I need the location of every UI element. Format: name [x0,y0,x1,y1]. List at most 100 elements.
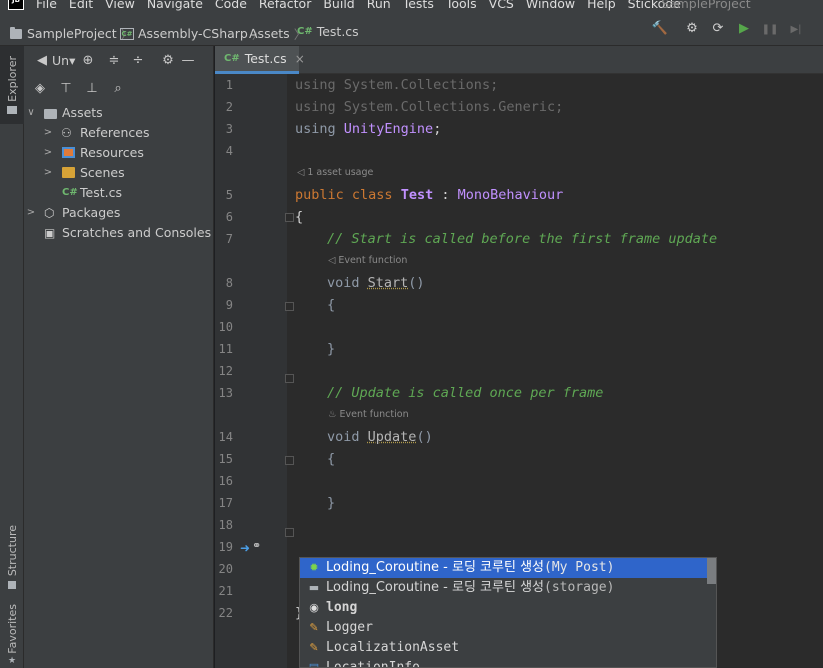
asset-usage-hint[interactable]: ◁ 1 asset usage [297,162,373,184]
assembly-icon: C# [120,27,134,40]
stickode-icon: ✹ [309,561,319,574]
completion-item[interactable]: ✎ Logger [300,618,716,638]
folder-icon [10,26,22,39]
tab-favorites-label: Favorites [5,604,19,654]
completion-source: (My Post) [544,560,615,575]
structure-icon [8,580,16,589]
completion-name: LocationInfo [326,660,420,668]
tab-favorites[interactable]: Favorites ★ [0,602,24,668]
tree-item-label: Scratches and Consoles [62,225,212,240]
tree-item-packages[interactable]: > ⬡ Packages [24,203,214,223]
close-icon[interactable]: × [295,52,305,66]
pin-down-icon[interactable]: ⊥ [82,81,102,96]
completion-name: long [326,600,358,615]
search-icon[interactable]: ⌕ [108,81,128,96]
completion-name: Loding_Coroutine - 로딩 코루틴 생성 [326,560,544,575]
step-icon[interactable]: ▶| [787,23,805,37]
folder-icon [44,109,57,119]
dropdown-icon: ▾ [69,52,76,68]
tab-test-cs[interactable]: C# Test.cs × [215,46,305,74]
breadcrumb-assembly[interactable]: C# Assembly-CSharp 〉 [120,24,264,43]
chevron-right-icon[interactable]: > [26,203,36,223]
menu-vcs[interactable]: VCS [489,0,514,12]
tab-explorer[interactable]: Explorer [0,46,24,124]
refresh-unity-icon[interactable]: ⟳ [709,22,727,36]
completion-name: Logger [326,620,373,635]
unity-icon: ◀ [37,52,47,68]
play-icon[interactable]: ▶ [735,22,753,36]
completion-item[interactable]: ✎ LocalizationAsset [300,638,716,658]
csharp-file-icon: C# [297,26,313,37]
minimize-icon[interactable]: — [178,53,198,68]
unity-hint-icon: ◁ [328,255,339,266]
event-function-hint[interactable]: ◁ Event function [328,250,407,272]
explorer-toolbar-secondary: ◈ ⊤ ⊥ ⌕ [24,74,214,102]
breadcrumb-label: Test.cs [316,24,359,39]
menu-view[interactable]: View [105,0,135,12]
code-line: using UnityEngine; [295,121,442,137]
packages-icon: ⬡ [44,206,55,220]
completion-item[interactable]: ◉ long [300,598,716,618]
completion-item[interactable]: ✹ Loding_Coroutine - 로딩 코루틴 생성(My Post) [300,558,716,578]
menu-tools[interactable]: Tools [446,0,477,12]
tab-explorer-label: Explorer [5,56,19,102]
tree-item-references[interactable]: > ⚇ References [24,123,214,143]
menu-tests[interactable]: Tests [403,0,434,12]
unity-hint-icon: ◁ [297,167,308,178]
tree-item-scratches[interactable]: ▣ Scratches and Consoles [24,223,214,243]
struct-icon: ▤ [308,661,320,668]
code-line: using System.Collections.Generic; [295,99,564,115]
pause-icon[interactable]: ❚❚ [761,23,779,37]
build-hammer-icon[interactable]: 🔨 [651,22,669,36]
tree-item-test-cs[interactable]: C# Test.cs [24,183,214,203]
code-line: // Start is called before the first fram… [327,231,718,247]
breadcrumb-label: SampleProject [27,26,117,41]
completion-item[interactable]: ▬ Loding_Coroutine - 로딩 코루틴 생성(storage) [300,578,716,598]
chevron-down-icon[interactable]: ∨ [26,103,36,123]
gear-icon[interactable]: ⚙ [158,53,178,68]
collapse-all-icon[interactable]: ÷ [128,53,148,68]
menu-help[interactable]: Help [587,0,616,12]
menu-run[interactable]: Run [367,0,391,12]
menu-refactor[interactable]: Refactor [259,0,311,12]
folder-icon [7,105,17,114]
navigation-bar: SampleProject 〉 C# Assembly-CSharp 〉 Ass… [0,12,823,46]
menu-navigate[interactable]: Navigate [147,0,203,12]
chevron-right-icon[interactable]: > [43,123,53,143]
filter-unity-icon[interactable]: ◈ [30,81,50,96]
event-function-hint[interactable]: ♨ Event function [328,404,409,426]
chevron-right-icon[interactable]: > [43,143,53,163]
class-icon: ✎ [309,641,319,654]
menu-edit[interactable]: Edit [69,0,93,12]
tree-item-scenes[interactable]: > Scenes [24,163,214,183]
popup-scrollbar[interactable] [707,558,716,584]
scratches-icon: ▣ [44,226,56,240]
scenes-folder-icon [62,167,75,178]
locate-icon[interactable]: ⊕ [78,53,98,68]
tree-item-label: References [80,125,150,140]
scope-selector[interactable]: Un▾ [52,53,78,68]
menu-window[interactable]: Window [526,0,575,12]
breadcrumb-label: Assembly-CSharp [138,26,248,41]
tree-item-resources[interactable]: > Resources [24,143,214,163]
chevron-right-icon[interactable]: > [43,163,53,183]
expand-all-icon[interactable]: ≑ [104,53,124,68]
code-line: { [327,297,336,313]
code-line: { [295,209,304,225]
pin-up-icon[interactable]: ⊤ [56,81,76,96]
breadcrumb-file[interactable]: C# Test.cs [297,24,359,39]
completion-item[interactable]: ▤ LocationInfo [300,658,716,668]
left-tool-strip: Explorer Structure Favorites ★ [0,46,24,668]
tab-structure[interactable]: Structure [0,522,24,592]
explorer-panel: ◀ Un▾ ⊕ ≑ ÷ ⚙ — ◈ ⊤ ⊥ ⌕ ∨ Assets > ⚇ Ref… [24,46,214,668]
completion-name: Loding_Coroutine - 로딩 코루틴 생성 [326,580,544,595]
tree-item-label: Resources [80,145,144,160]
menu-build[interactable]: Build [323,0,354,12]
tree-item-assets[interactable]: ∨ Assets [24,103,214,123]
csharp-file-icon: C# [62,187,78,198]
star-icon: ★ [7,655,17,666]
attach-unity-icon[interactable]: ⚙ [683,22,701,36]
menu-code[interactable]: Code [215,0,247,12]
breadcrumb-project[interactable]: SampleProject 〉 [10,24,133,43]
menu-file[interactable]: File [36,0,57,12]
